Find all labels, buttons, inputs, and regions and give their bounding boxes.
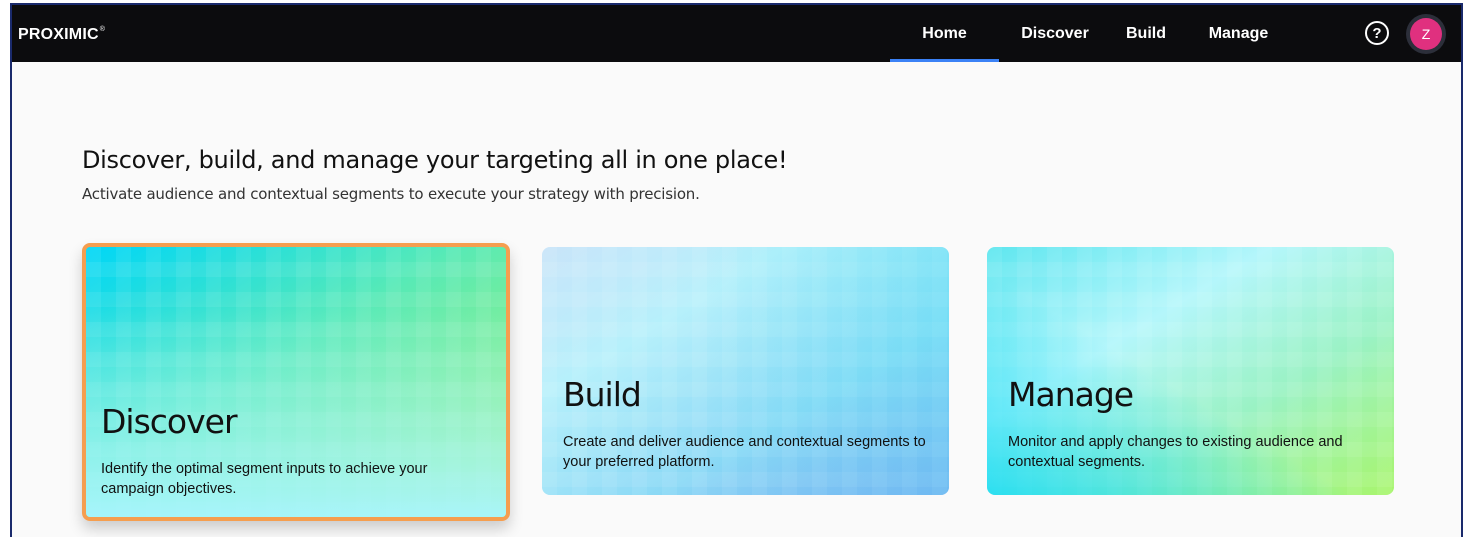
discover-card[interactable]: Discover Identify the optimal segment in… [82,243,510,521]
page-headline: Discover, build, and manage your targeti… [82,146,788,174]
discover-card-title: Discover [101,402,238,441]
page-subheadline: Activate audience and contextual segment… [82,185,700,203]
top-navigation-bar: PROXIMIC® Home Discover Build Manage ? Z [12,5,1461,62]
discover-card-description: Identify the optimal segment inputs to a… [101,461,428,497]
nav-tab-home[interactable]: Home [890,5,999,62]
build-card-title: Build [563,375,642,414]
manage-card-description: Monitor and apply changes to existing au… [1008,434,1343,470]
help-icon[interactable]: ? [1365,21,1389,45]
brand-logo[interactable]: PROXIMIC® [18,26,105,44]
avatar-initial: Z [1410,18,1442,50]
manage-card-title: Manage [1008,375,1134,414]
nav-tab-discover[interactable]: Discover [999,5,1111,62]
main-nav: Home Discover Build Manage [890,5,1296,62]
manage-card[interactable]: Manage Monitor and apply changes to exis… [987,247,1394,495]
build-card[interactable]: Build Create and deliver audience and co… [542,247,949,495]
nav-tab-manage[interactable]: Manage [1181,5,1296,62]
app-frame: PROXIMIC® Home Discover Build Manage ? Z… [10,3,1463,537]
user-avatar[interactable]: Z [1406,14,1446,54]
nav-tab-build[interactable]: Build [1111,5,1181,62]
build-card-description: Create and deliver audience and contextu… [563,434,926,470]
